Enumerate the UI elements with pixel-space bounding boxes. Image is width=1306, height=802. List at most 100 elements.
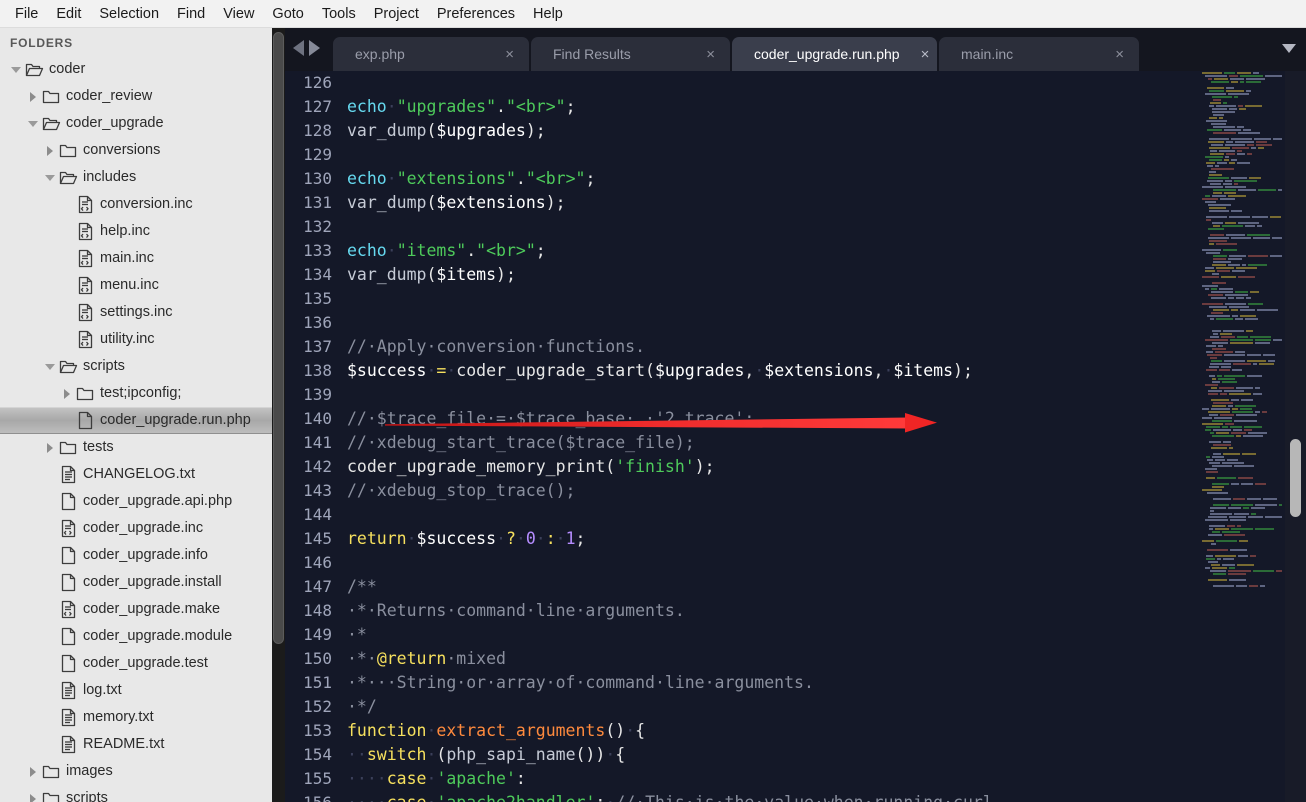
- code-line[interactable]: 142 coder_upgrade_memory_print('finish');: [285, 455, 1220, 479]
- menu-item-help[interactable]: Help: [524, 3, 572, 25]
- tree-item-coder-upgrade[interactable]: coder_upgrade: [0, 110, 285, 137]
- tab-exp-php[interactable]: exp.php ×: [333, 37, 529, 71]
- tree-item-coder-review[interactable]: coder_review: [0, 83, 285, 110]
- tree-item-menu-inc[interactable]: menu.inc: [0, 272, 285, 299]
- code-line[interactable]: 150 ·*·@return·mixed: [285, 647, 1220, 671]
- tree-item-conversion-inc[interactable]: conversion.inc: [0, 191, 285, 218]
- close-icon[interactable]: ×: [703, 47, 718, 62]
- chevron-right-icon[interactable]: [42, 137, 58, 164]
- tree-item-readme-txt[interactable]: README.txt: [0, 731, 285, 758]
- menu-item-tools[interactable]: Tools: [313, 3, 365, 25]
- code-line[interactable]: 153 function·extract_arguments()·{: [285, 719, 1220, 743]
- editor-scroll-thumb[interactable]: [1290, 439, 1301, 517]
- tree-item-main-inc[interactable]: main.inc: [0, 245, 285, 272]
- menu-item-selection[interactable]: Selection: [90, 3, 168, 25]
- code-area: 126 127 echo·"upgrades"."<br>"; 128 var_dump…: [285, 71, 1306, 802]
- tree-item-coder-upgrade-module[interactable]: coder_upgrade.module: [0, 623, 285, 650]
- chevron-down-icon[interactable]: [25, 110, 41, 137]
- tab-coder-upgrade-run-php[interactable]: coder_upgrade.run.php ×: [732, 37, 937, 71]
- tree-item-coder-upgrade-install[interactable]: coder_upgrade.install: [0, 569, 285, 596]
- menu-item-preferences[interactable]: Preferences: [428, 3, 524, 25]
- sidebar-scrollbar[interactable]: [272, 28, 285, 802]
- tree-item-coder-upgrade-info[interactable]: coder_upgrade.info: [0, 542, 285, 569]
- close-icon[interactable]: ×: [1112, 47, 1127, 62]
- code-line[interactable]: 144: [285, 503, 1220, 527]
- code-line[interactable]: 146: [285, 551, 1220, 575]
- editor-scrollbar[interactable]: [1285, 71, 1306, 802]
- tree-item-test-ipconfig-[interactable]: test;ipconfig;: [0, 380, 285, 407]
- code-line[interactable]: 143 //·xdebug_stop_trace();: [285, 479, 1220, 503]
- tree-item-coder-upgrade-run-php[interactable]: coder_upgrade.run.php: [0, 407, 285, 434]
- tree-item-help-inc[interactable]: help.inc: [0, 218, 285, 245]
- tree-item-scripts[interactable]: scripts: [0, 785, 285, 802]
- code-line[interactable]: 126: [285, 71, 1220, 95]
- tab-find-results[interactable]: Find Results ×: [531, 37, 730, 71]
- tree-item-label: tests: [83, 439, 114, 455]
- chevron-right-icon[interactable]: [42, 434, 58, 461]
- file-icon: [75, 248, 95, 270]
- code-line[interactable]: 152 ·*/: [285, 695, 1220, 719]
- tree-item-coder-upgrade-inc[interactable]: coder_upgrade.inc: [0, 515, 285, 542]
- code-line[interactable]: 130 echo·"extensions"."<br>";: [285, 167, 1220, 191]
- close-icon[interactable]: ×: [918, 47, 933, 62]
- chevron-down-icon[interactable]: [1282, 44, 1296, 53]
- menu-item-find[interactable]: Find: [168, 3, 214, 25]
- previous-tab-icon[interactable]: [293, 40, 304, 56]
- tab-main-inc[interactable]: main.inc ×: [939, 37, 1139, 71]
- chevron-right-icon[interactable]: [25, 83, 41, 110]
- code-line[interactable]: 133 echo·"items"."<br>";: [285, 239, 1220, 263]
- code-line[interactable]: 154 ··switch·(php_sapi_name())·{: [285, 743, 1220, 767]
- tree-item-images[interactable]: images: [0, 758, 285, 785]
- chevron-down-icon[interactable]: [42, 353, 58, 380]
- menu-item-goto[interactable]: Goto: [263, 3, 312, 25]
- tree-item-coder-upgrade-make[interactable]: coder_upgrade.make: [0, 596, 285, 623]
- tree-item-scripts[interactable]: scripts: [0, 353, 285, 380]
- tree-item-memory-txt[interactable]: memory.txt: [0, 704, 285, 731]
- menu-item-view[interactable]: View: [214, 3, 263, 25]
- code-line[interactable]: 140 //·$trace_file·=·$trace_base·.·'2.tra…: [285, 407, 1220, 431]
- tree-item-utility-inc[interactable]: utility.inc: [0, 326, 285, 353]
- code-minimap[interactable]: [1199, 71, 1285, 802]
- folder-icon: [58, 437, 78, 459]
- code-line[interactable]: 139: [285, 383, 1220, 407]
- menu-item-project[interactable]: Project: [365, 3, 428, 25]
- next-tab-icon[interactable]: [309, 40, 320, 56]
- code-line[interactable]: 134 var_dump($items);: [285, 263, 1220, 287]
- chevron-down-icon[interactable]: [42, 164, 58, 191]
- tree-item-coder-upgrade-api-php[interactable]: coder_upgrade.api.php: [0, 488, 285, 515]
- code-line[interactable]: 136: [285, 311, 1220, 335]
- code-line[interactable]: 145 return·$success·?·0·:·1;: [285, 527, 1220, 551]
- chevron-right-icon[interactable]: [59, 380, 75, 407]
- sidebar-scroll-thumb[interactable]: [273, 32, 284, 644]
- code-line[interactable]: 131 var_dump($extensions);: [285, 191, 1220, 215]
- code-line[interactable]: 149 ·*: [285, 623, 1220, 647]
- code-line[interactable]: 127 echo·"upgrades"."<br>";: [285, 95, 1220, 119]
- code-line[interactable]: 129: [285, 143, 1220, 167]
- code-line[interactable]: 138 $success·=·coder_upgrade_start($upgra…: [285, 359, 1220, 383]
- tree-item-includes[interactable]: includes: [0, 164, 285, 191]
- code-line[interactable]: 151 ·*···String·or·array·of·command·line·…: [285, 671, 1220, 695]
- code-line[interactable]: 137 //·Apply·conversion·functions.: [285, 335, 1220, 359]
- close-icon[interactable]: ×: [502, 47, 517, 62]
- code-line[interactable]: 156····case·'apache2handler':·//·This·is…: [285, 791, 1220, 802]
- menu-item-edit[interactable]: Edit: [47, 3, 90, 25]
- code-line[interactable]: 135: [285, 287, 1220, 311]
- code-line[interactable]: 148 ·*·Returns·command·line·arguments.: [285, 599, 1220, 623]
- code-line[interactable]: 155 ····case·'apache':: [285, 767, 1220, 791]
- chevron-right-icon[interactable]: [25, 758, 41, 785]
- tree-item-log-txt[interactable]: log.txt: [0, 677, 285, 704]
- code-line[interactable]: 147 /**: [285, 575, 1220, 599]
- tree-item-conversions[interactable]: conversions: [0, 137, 285, 164]
- tree-item-tests[interactable]: tests: [0, 434, 285, 461]
- tree-item-coder[interactable]: coder: [0, 56, 285, 83]
- code-content[interactable]: 126 127 echo·"upgrades"."<br>"; 128 var_dump…: [285, 71, 1220, 802]
- code-line[interactable]: 132: [285, 215, 1220, 239]
- menu-item-file[interactable]: File: [6, 3, 47, 25]
- code-line[interactable]: 128 var_dump($upgrades);: [285, 119, 1220, 143]
- code-line[interactable]: 141 //·xdebug_start_trace($trace_file);: [285, 431, 1220, 455]
- chevron-down-icon[interactable]: [8, 56, 24, 83]
- chevron-right-icon[interactable]: [25, 785, 41, 802]
- tree-item-coder-upgrade-test[interactable]: coder_upgrade.test: [0, 650, 285, 677]
- tree-item-settings-inc[interactable]: settings.inc: [0, 299, 285, 326]
- tree-item-changelog-txt[interactable]: CHANGELOG.txt: [0, 461, 285, 488]
